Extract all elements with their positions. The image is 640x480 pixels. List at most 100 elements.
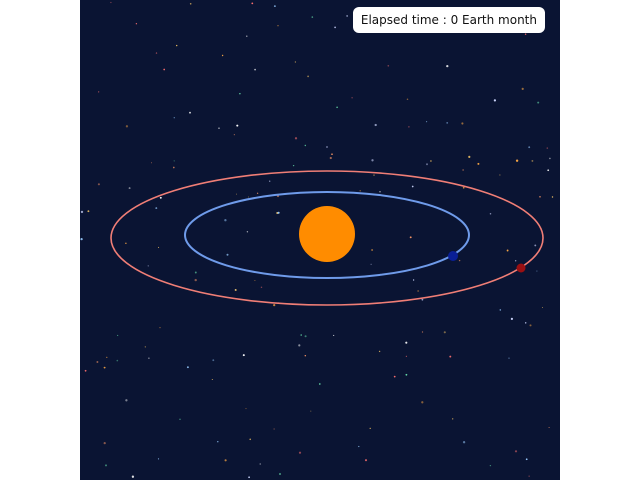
star (506, 249, 509, 252)
star (371, 159, 374, 162)
star (548, 426, 550, 429)
star (298, 451, 302, 454)
star (245, 408, 247, 410)
star (298, 344, 301, 347)
star (521, 87, 524, 91)
star (547, 169, 550, 172)
star (176, 44, 178, 47)
star (235, 193, 238, 195)
star (429, 160, 432, 162)
star (259, 463, 261, 465)
star (446, 121, 449, 124)
star (256, 192, 259, 194)
star (105, 464, 107, 467)
star (549, 157, 551, 160)
star (524, 322, 527, 324)
star (452, 418, 454, 420)
star (443, 331, 446, 334)
star (499, 309, 502, 311)
star (218, 127, 220, 129)
star (358, 445, 360, 448)
star (103, 366, 106, 369)
star (159, 326, 161, 329)
star (246, 231, 249, 233)
star (221, 54, 224, 57)
star (194, 271, 197, 274)
star (212, 359, 215, 362)
star (242, 354, 245, 357)
star (468, 155, 471, 158)
star (135, 23, 138, 25)
star (194, 278, 197, 282)
star (426, 163, 428, 166)
star (254, 68, 256, 71)
star (87, 210, 90, 213)
space-canvas: Elapsed time : 0 Earth month (80, 0, 560, 480)
star (412, 279, 415, 281)
star (148, 357, 150, 359)
star (173, 160, 175, 162)
star (300, 334, 302, 336)
star (334, 26, 336, 29)
star (247, 196, 250, 198)
star (378, 350, 381, 353)
star (326, 146, 328, 148)
star (273, 303, 276, 307)
star (528, 475, 530, 477)
star (510, 317, 514, 321)
star (531, 159, 534, 162)
star (304, 335, 307, 338)
star (239, 93, 241, 95)
star (551, 196, 554, 198)
star (292, 164, 295, 167)
star (373, 174, 375, 176)
sun-icon (299, 206, 355, 262)
star (128, 187, 131, 190)
star (336, 106, 338, 109)
star (80, 237, 83, 241)
star (80, 210, 84, 214)
star (294, 137, 298, 140)
star (277, 25, 279, 27)
star (409, 236, 412, 239)
star (125, 399, 128, 402)
star (534, 244, 537, 247)
star (163, 68, 166, 71)
star (406, 98, 409, 101)
star (310, 410, 312, 412)
star (529, 324, 532, 327)
star (179, 418, 181, 421)
star (248, 476, 250, 479)
star (189, 3, 192, 5)
star (541, 306, 544, 309)
star (304, 354, 307, 357)
star (117, 334, 119, 336)
star (103, 441, 106, 445)
star (106, 356, 108, 359)
star (515, 260, 517, 262)
star (329, 156, 332, 160)
star (144, 346, 146, 348)
star (98, 91, 100, 93)
star (125, 242, 127, 244)
planet-mars-icon (516, 263, 526, 273)
star (525, 458, 528, 461)
elapsed-time-label: Elapsed time : 0 Earth month (352, 7, 545, 33)
star (224, 459, 227, 462)
star (331, 153, 333, 156)
star (273, 428, 275, 430)
solar-system-plot (80, 1, 554, 479)
star (155, 52, 158, 54)
star (254, 279, 256, 282)
star (157, 458, 160, 460)
star (462, 169, 464, 171)
star (158, 246, 160, 248)
star (277, 211, 280, 214)
star (499, 174, 501, 176)
star (426, 121, 428, 123)
star (446, 64, 449, 68)
star (405, 355, 408, 357)
star (346, 15, 348, 17)
star (387, 64, 390, 67)
star (515, 159, 519, 162)
